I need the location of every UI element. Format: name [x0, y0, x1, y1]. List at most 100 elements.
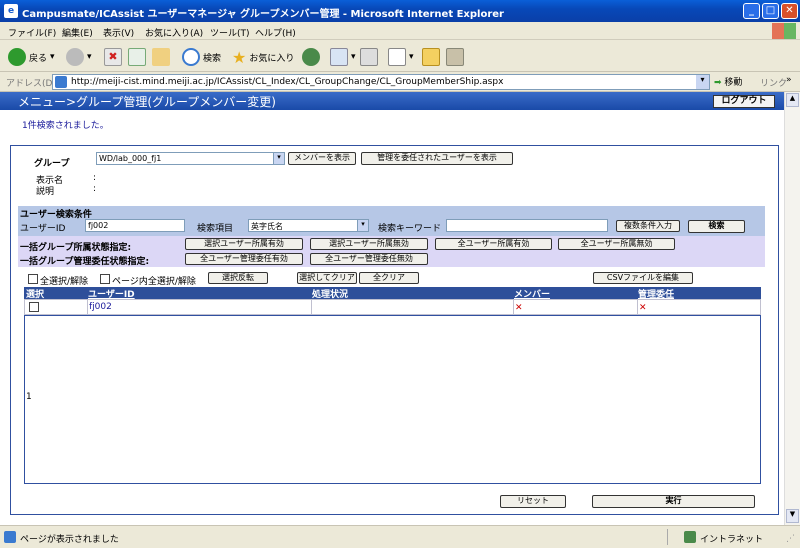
mail-icon[interactable]: [330, 48, 348, 66]
show-members-button[interactable]: メンバーを表示: [288, 152, 356, 165]
back-button[interactable]: 戻る ▾: [8, 48, 55, 66]
bulk-delegate-label: 一括グループ管理委任状態指定:: [20, 257, 150, 267]
go-button[interactable]: ➡ 移動: [714, 75, 742, 88]
grid-body: 1: [24, 315, 761, 484]
zone-label: イントラネット: [700, 535, 764, 545]
page-number[interactable]: 1: [26, 392, 32, 402]
menu-view[interactable]: 表示(V): [103, 26, 134, 39]
result-message: 1件検索されました。: [22, 121, 109, 131]
dropdown-icon: ▾: [87, 52, 92, 62]
menu-tools[interactable]: ツール(T): [210, 26, 250, 39]
page-icon: [55, 76, 67, 88]
search-section-title: ユーザー検索条件: [20, 210, 92, 220]
search-field-select[interactable]: 英字氏名 ▾: [248, 219, 369, 232]
search-button[interactable]: 検索: [182, 48, 221, 66]
address-input[interactable]: http://meiji-cist.mind.meiji.ac.jp/ICAss…: [52, 74, 710, 90]
all-member-on-button[interactable]: 全ユーザー所属有効: [435, 238, 552, 250]
maximize-button[interactable]: □: [762, 3, 779, 19]
select-all-label: 全選択/解除: [40, 277, 89, 287]
row-divider: [87, 300, 88, 314]
row-select-checkbox[interactable]: [29, 302, 39, 312]
chevron-right-icon[interactable]: »: [786, 75, 792, 85]
keyword-input[interactable]: [446, 219, 608, 232]
execute-button[interactable]: 実行: [592, 495, 755, 508]
history-icon[interactable]: [302, 48, 320, 66]
clear-all-button[interactable]: 全クリア: [359, 272, 419, 284]
back-label: 戻る: [29, 53, 48, 64]
refresh-icon[interactable]: [128, 48, 146, 66]
all-member-off-button[interactable]: 全ユーザー所属無効: [558, 238, 675, 250]
row-divider: [513, 300, 514, 314]
research-icon[interactable]: [446, 48, 464, 66]
status-text: ページが表示されました: [20, 535, 119, 545]
all-delegate-on-button[interactable]: 全ユーザー管理委任有効: [185, 253, 303, 265]
user-id-label: ユーザーID: [20, 224, 66, 234]
edit-icon[interactable]: [388, 48, 406, 66]
folder-icon[interactable]: [422, 48, 440, 66]
show-delegated-button[interactable]: 管理を委任されたユーザーを表示: [361, 152, 513, 165]
table-row[interactable]: fj002 ✕ ✕: [24, 299, 761, 315]
links-label[interactable]: リンク: [760, 76, 787, 89]
forward-arrow-icon: [66, 48, 84, 66]
toolbar: 戻る ▾ ▾ ✖ 検索 ★ お気に入り ▾ ▾: [0, 40, 800, 72]
grid-header: 選択 ユーザーID 処理状況 メンバー 管理委任: [24, 287, 761, 300]
invert-selection-button[interactable]: 選択反転: [208, 272, 268, 284]
menu-favorites[interactable]: お気に入り(A): [145, 26, 203, 39]
row-divider: [311, 300, 312, 314]
group-selected-value: WD/lab_000_fj1: [99, 154, 162, 163]
reset-button[interactable]: リセット: [500, 495, 566, 508]
search-field-label: 検索項目: [197, 224, 234, 234]
address-bar: アドレス(D) http://meiji-cist.mind.meiji.ac.…: [0, 72, 800, 92]
scroll-up-icon[interactable]: ▲: [786, 93, 799, 107]
menu-edit[interactable]: 編集(E): [62, 26, 93, 39]
window-title: Campusmate/ICAssist ユーザーマネージャ グループメンバー管理…: [22, 9, 504, 20]
print-icon[interactable]: [360, 48, 378, 66]
description-label: 説明: [36, 187, 55, 197]
search-button[interactable]: 検索: [688, 220, 745, 233]
home-icon[interactable]: [152, 48, 170, 66]
window-titlebar: e Campusmate/ICAssist ユーザーマネージャ グループメンバー…: [0, 0, 800, 22]
status-divider: [667, 529, 668, 545]
multi-condition-button[interactable]: 複数条件入力: [616, 220, 680, 232]
delegate-x-icon[interactable]: ✕: [639, 303, 647, 313]
all-delegate-off-button[interactable]: 全ユーザー管理委任無効: [310, 253, 428, 265]
menu-bar: ファイル(F) 編集(E) 表示(V) お気に入り(A) ツール(T) ヘルプ(…: [0, 22, 800, 40]
go-label: 移動: [724, 78, 743, 88]
bulk-membership-label: 一括グループ所属状態指定:: [20, 243, 132, 253]
search-field-value: 英字氏名: [251, 222, 283, 231]
group-label: グループ: [34, 159, 70, 169]
page-header: メニュー>グループ管理(グループメンバー変更) ログアウト: [0, 92, 784, 110]
address-url: http://meiji-cist.mind.meiji.ac.jp/ICAss…: [71, 77, 504, 87]
chevron-down-icon: ▾: [357, 220, 368, 231]
selected-member-on-button[interactable]: 選択ユーザー所属有効: [185, 238, 303, 250]
group-select[interactable]: WD/lab_000_fj1 ▾: [96, 152, 285, 165]
scroll-down-icon[interactable]: ▼: [786, 509, 799, 523]
dropdown-icon: ▾: [351, 52, 356, 62]
keyword-label: 検索キーワード: [378, 224, 442, 234]
forward-button[interactable]: ▾: [66, 48, 92, 66]
close-button[interactable]: ✕: [781, 3, 798, 19]
clear-selected-button[interactable]: 選択してクリア: [297, 272, 357, 284]
favorites-label: お気に入り: [249, 54, 295, 64]
menu-help[interactable]: ヘルプ(H): [255, 26, 296, 39]
member-x-icon[interactable]: ✕: [515, 303, 523, 313]
favorites-button[interactable]: ★ お気に入り: [232, 48, 294, 67]
user-id-input[interactable]: fj002: [85, 219, 185, 232]
resize-grip-icon[interactable]: ⋰: [786, 534, 795, 544]
back-arrow-icon: [8, 48, 26, 66]
page-title: メニュー>グループ管理(グループメンバー変更): [18, 95, 276, 109]
selected-member-off-button[interactable]: 選択ユーザー所属無効: [310, 238, 428, 250]
menu-file[interactable]: ファイル(F): [8, 26, 56, 39]
display-name-colon: :: [93, 173, 97, 183]
ie-icon: e: [4, 4, 18, 18]
status-page-icon: [4, 531, 16, 543]
stop-icon[interactable]: ✖: [104, 48, 122, 66]
minimize-button[interactable]: _: [743, 3, 760, 19]
windows-logo-icon: [772, 23, 796, 39]
select-all-checkbox[interactable]: [28, 274, 38, 284]
address-dropdown-icon[interactable]: ▾: [696, 75, 709, 89]
page-select-all-checkbox[interactable]: [100, 274, 110, 284]
csv-edit-button[interactable]: CSVファイルを編集: [593, 272, 693, 284]
vertical-scrollbar[interactable]: ▲ ▼: [784, 92, 800, 525]
logout-button[interactable]: ログアウト: [713, 95, 775, 108]
